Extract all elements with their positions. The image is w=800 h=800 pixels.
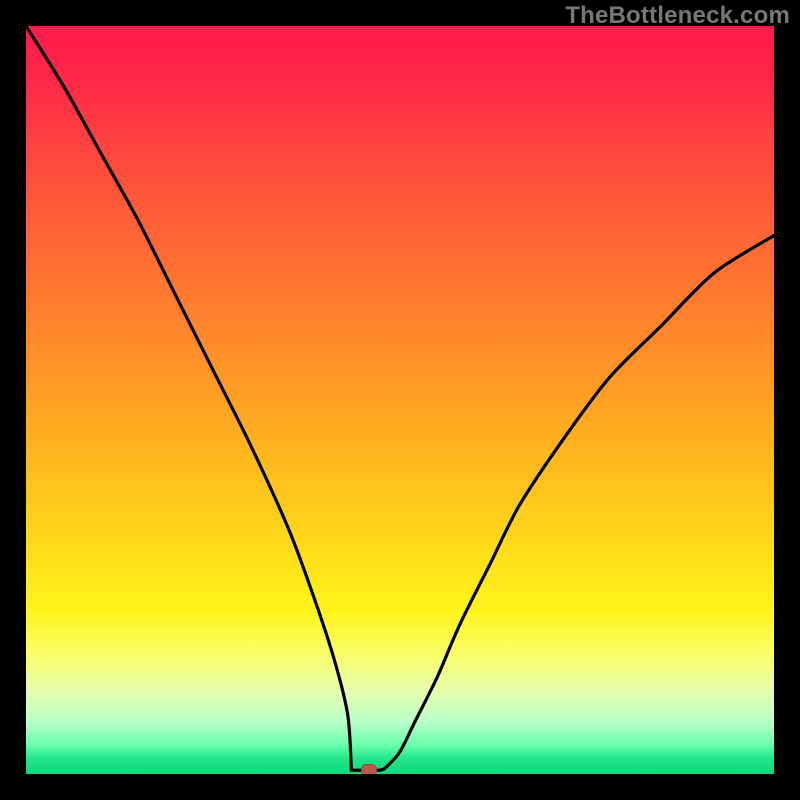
watermark-text: TheBottleneck.com: [565, 2, 790, 30]
chart-frame: TheBottleneck.com: [0, 0, 800, 800]
bottleneck-curve: [26, 26, 774, 774]
optimum-marker: [361, 764, 377, 774]
plot-area: [26, 26, 774, 774]
